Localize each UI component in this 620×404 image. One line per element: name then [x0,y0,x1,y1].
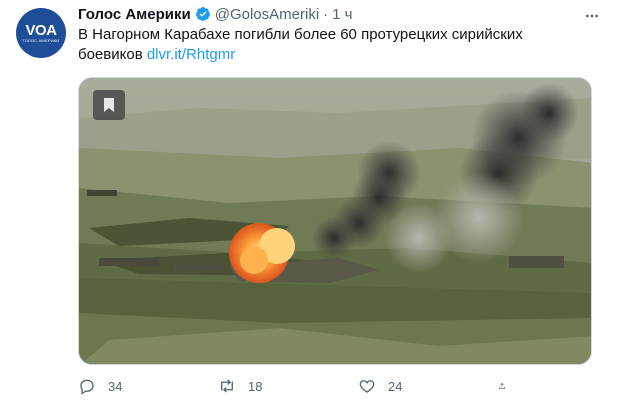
share-button[interactable] [498,377,518,395]
avatar-subtitle: ГОЛОС АМЕРИКИ [22,37,60,43]
tweet[interactable]: VOA ГОЛОС АМЕРИКИ Голос Америки @GolosAm… [0,0,620,404]
more-options-icon[interactable] [584,8,600,24]
bookmark-icon[interactable] [93,90,125,120]
like-count: 24 [388,378,403,394]
tweet-body: В Нагорном Карабахе погибли более 60 про… [78,26,523,63]
verified-badge-icon [195,7,210,21]
like-button[interactable]: 24 [358,377,458,395]
reply-count: 34 [108,378,123,394]
retweet-button[interactable]: 18 [218,377,318,395]
tweet-header: Голос Америки @GolosAmeriki · 1 ч [78,4,352,24]
reply-icon [80,379,94,395]
reply-button[interactable]: 34 [78,377,178,395]
separator-dot: · [323,5,329,23]
like-icon [359,380,375,393]
tweet-link[interactable]: dlvr.it/Rhtgmr [147,46,235,63]
tweet-media-image[interactable] [78,77,592,365]
retweet-icon [221,379,233,393]
tweet-actions: 34 18 24 [78,374,518,398]
author-handle[interactable]: @GolosAmeriki [215,6,319,23]
share-icon [499,382,505,389]
battlefield-photo [79,78,591,364]
retweet-count: 18 [248,378,263,394]
avatar[interactable]: VOA ГОЛОС АМЕРИКИ [16,8,66,58]
avatar-logo: VOA [25,21,57,39]
tweet-time[interactable]: 1 ч [332,6,352,23]
tweet-text: В Нагорном Карабахе погибли более 60 про… [78,25,578,65]
author-name[interactable]: Голос Америки [78,6,191,23]
